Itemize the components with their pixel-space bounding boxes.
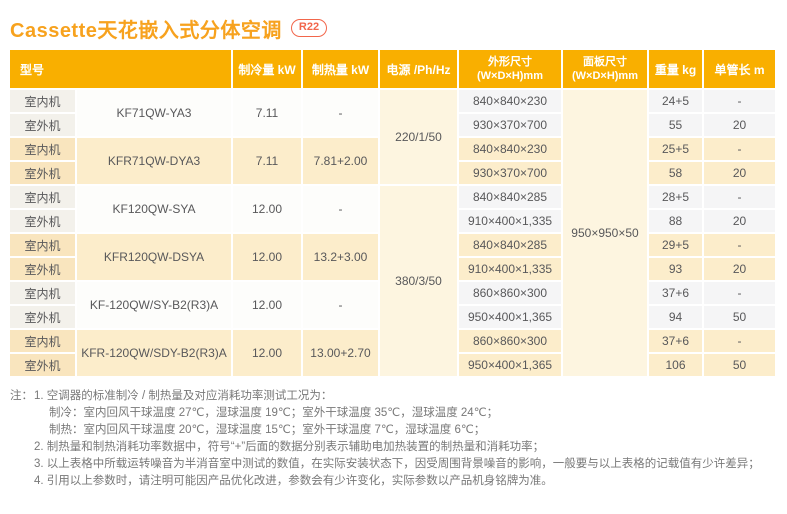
weight-cell: 55 (649, 114, 702, 136)
page-title: Cassette天花嵌入式分体空调 R22 (10, 14, 779, 42)
model-cell: KF-120QW/SY-B2(R3)A (77, 282, 231, 328)
unit-type-cell: 室内机 (10, 138, 75, 160)
pipe-length-cell: 20 (704, 210, 775, 232)
cooling-capacity-cell: 12.00 (233, 234, 301, 280)
note-line: 1. 空调器的标准制冷 / 制热量及对应消耗功率测试工况为： (10, 388, 779, 405)
model-cell: KFR120QW-DSYA (77, 234, 231, 280)
cooling-capacity-cell: 12.00 (233, 330, 301, 376)
outline-dimensions-cell: 930×370×700 (459, 162, 561, 184)
weight-cell: 37+6 (649, 330, 702, 352)
outline-dimensions-cell: 950×400×1,365 (459, 354, 561, 376)
cooling-capacity-cell: 12.00 (233, 282, 301, 328)
unit-type-cell: 室外机 (10, 354, 75, 376)
header-dimensions: 外形尺寸 (W×D×H)mm (459, 50, 561, 88)
weight-cell: 37+6 (649, 282, 702, 304)
unit-type-cell: 室内机 (10, 282, 75, 304)
pipe-length-cell: 20 (704, 162, 775, 184)
note-line: 2. 制热量和制热消耗功率数据中，符号“+”后面的数据分别表示辅助电加热装置的制… (10, 439, 779, 456)
model-cell: KFR-120QW/SDY-B2(R3)A (77, 330, 231, 376)
unit-type-cell: 室内机 (10, 330, 75, 352)
note-line: 制冷：室内回风干球温度 27℃，湿球温度 19℃；室外干球温度 35℃，湿球温度… (10, 405, 779, 422)
outline-dimensions-cell: 840×840×230 (459, 90, 561, 112)
outline-dimensions-cell: 860×860×300 (459, 330, 561, 352)
header-weight: 重量 kg (649, 50, 702, 88)
pipe-length-cell: - (704, 90, 775, 112)
outline-dimensions-cell: 910×400×1,335 (459, 210, 561, 232)
header-power: 电源 /Ph/Hz (380, 50, 457, 88)
weight-cell: 28+5 (649, 186, 702, 208)
pipe-length-cell: - (704, 138, 775, 160)
cooling-capacity-cell: 7.11 (233, 138, 301, 184)
unit-type-cell: 室外机 (10, 258, 75, 280)
note-line: 制热：室内回风干球温度 20℃，湿球温度 15℃；室外干球温度 7℃，湿球温度 … (10, 422, 779, 439)
unit-type-cell: 室内机 (10, 90, 75, 112)
spec-table: 型号 制冷量 kW 制热量 kW 电源 /Ph/Hz 外形尺寸 (W×D×H)m… (8, 48, 777, 378)
unit-type-cell: 室内机 (10, 234, 75, 256)
outline-dimensions-cell: 840×840×285 (459, 186, 561, 208)
footnotes: 注： 1. 空调器的标准制冷 / 制热量及对应消耗功率测试工况为： 制冷：室内回… (10, 388, 779, 490)
refrigerant-badge: R22 (291, 19, 327, 37)
model-cell: KF71QW-YA3 (77, 90, 231, 136)
model-cell: KFR71QW-DYA3 (77, 138, 231, 184)
heating-capacity-cell: - (303, 282, 378, 328)
outline-dimensions-cell: 840×840×285 (459, 234, 561, 256)
weight-cell: 29+5 (649, 234, 702, 256)
heating-capacity-cell: - (303, 186, 378, 232)
header-pipe: 单管长 m (704, 50, 775, 88)
cooling-capacity-cell: 12.00 (233, 186, 301, 232)
note-prefix: 注： (10, 388, 33, 405)
outline-dimensions-cell: 840×840×230 (459, 138, 561, 160)
heating-capacity-cell: 13.2+3.00 (303, 234, 378, 280)
heating-capacity-cell: 13.00+2.70 (303, 330, 378, 376)
weight-cell: 88 (649, 210, 702, 232)
weight-cell: 94 (649, 306, 702, 328)
header-panel: 面板尺寸 (W×D×H)mm (563, 50, 647, 88)
outline-dimensions-cell: 860×860×300 (459, 282, 561, 304)
panel-dimensions-cell: 950×950×50 (563, 90, 647, 376)
heating-capacity-cell: 7.81+2.00 (303, 138, 378, 184)
note-line: 4. 引用以上参数时，请注明可能因产品优化改进，参数会有少许变化，实际参数以产品… (10, 473, 779, 490)
weight-cell: 24+5 (649, 90, 702, 112)
pipe-length-cell: 50 (704, 354, 775, 376)
unit-type-cell: 室外机 (10, 306, 75, 328)
weight-cell: 25+5 (649, 138, 702, 160)
pipe-length-cell: - (704, 282, 775, 304)
pipe-length-cell: - (704, 186, 775, 208)
power-supply-cell: 380/3/50 (380, 186, 457, 376)
header-cooling: 制冷量 kW (233, 50, 301, 88)
header-model: 型号 (10, 50, 231, 88)
unit-type-cell: 室外机 (10, 162, 75, 184)
title-text: Cassette天花嵌入式分体空调 (10, 14, 282, 43)
header-heating: 制热量 kW (303, 50, 378, 88)
table-row: 室内机 KF120QW-SYA 12.00 - 380/3/50 840×840… (10, 186, 775, 208)
pipe-length-cell: - (704, 234, 775, 256)
table-header-row: 型号 制冷量 kW 制热量 kW 电源 /Ph/Hz 外形尺寸 (W×D×H)m… (10, 50, 775, 88)
pipe-length-cell: 50 (704, 306, 775, 328)
note-line: 3. 以上表格中所载运转噪音为半消音室中测试的数值，在实际安装状态下，因受周围背… (10, 456, 779, 473)
cooling-capacity-cell: 7.11 (233, 90, 301, 136)
power-supply-cell: 220/1/50 (380, 90, 457, 184)
table-row: 室内机 KF71QW-YA3 7.11 - 220/1/50 840×840×2… (10, 90, 775, 112)
outline-dimensions-cell: 950×400×1,365 (459, 306, 561, 328)
catalog-page: Cassette天花嵌入式分体空调 R22 型号 制冷量 kW 制热量 kW 电… (0, 0, 787, 490)
pipe-length-cell: 20 (704, 114, 775, 136)
unit-type-cell: 室外机 (10, 114, 75, 136)
heating-capacity-cell: - (303, 90, 378, 136)
outline-dimensions-cell: 910×400×1,335 (459, 258, 561, 280)
pipe-length-cell: - (704, 330, 775, 352)
model-cell: KF120QW-SYA (77, 186, 231, 232)
weight-cell: 106 (649, 354, 702, 376)
pipe-length-cell: 20 (704, 258, 775, 280)
outline-dimensions-cell: 930×370×700 (459, 114, 561, 136)
unit-type-cell: 室内机 (10, 186, 75, 208)
unit-type-cell: 室外机 (10, 210, 75, 232)
weight-cell: 93 (649, 258, 702, 280)
weight-cell: 58 (649, 162, 702, 184)
